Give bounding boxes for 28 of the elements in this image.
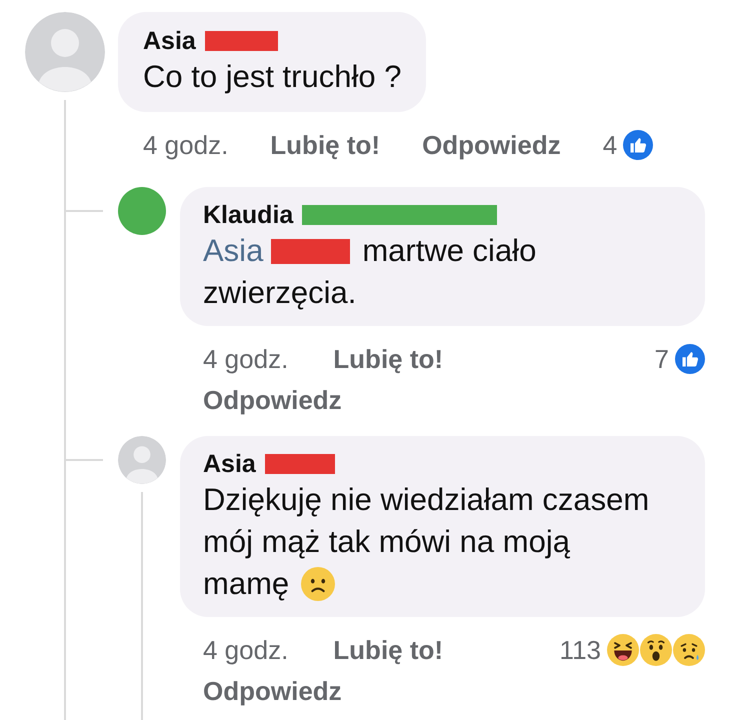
timestamp-link[interactable]: 4 godz. <box>143 129 228 161</box>
reaction-count[interactable]: 4 <box>602 129 618 161</box>
author-name[interactable]: Klaudia <box>203 200 294 230</box>
comment-text: Asia martwe ciało zwierzęcia. <box>203 232 536 312</box>
author-name[interactable]: Asia <box>143 26 196 56</box>
reaction-count[interactable]: 7 <box>654 343 669 375</box>
like-button[interactable]: Lubię to! <box>333 343 444 375</box>
laughing-face-icon <box>607 634 639 666</box>
thumbs-up-icon <box>675 344 705 374</box>
author-name[interactable]: Asia <box>203 449 256 479</box>
reply-button[interactable]: Odpowiedz <box>203 384 342 416</box>
comment-text: Dziękuję nie wiedziałam czasem mój mąż tak mówi na moją mamę <box>203 481 650 603</box>
avatar-icon[interactable] <box>118 187 166 235</box>
crying-face-icon <box>673 634 705 666</box>
reply-button[interactable]: Odpowiedz <box>422 129 561 161</box>
thumbs-up-icon <box>623 130 654 160</box>
avatar-icon[interactable] <box>118 436 166 484</box>
reply-button[interactable]: Odpowiedz <box>203 675 342 707</box>
timestamp-link[interactable]: 4 godz. <box>203 634 288 666</box>
reaction-count[interactable]: 113 <box>560 634 601 666</box>
surprised-face-icon <box>640 634 672 666</box>
like-button[interactable]: Lubię to! <box>270 129 380 161</box>
comment-text: Co to jest truchło ? <box>143 58 402 96</box>
frowning-face-icon <box>301 567 336 601</box>
timestamp-link[interactable]: 4 godz. <box>203 343 288 375</box>
mention-link[interactable]: Asia <box>203 233 264 268</box>
like-button[interactable]: Lubię to! <box>333 634 444 666</box>
avatar-icon[interactable] <box>25 12 105 92</box>
